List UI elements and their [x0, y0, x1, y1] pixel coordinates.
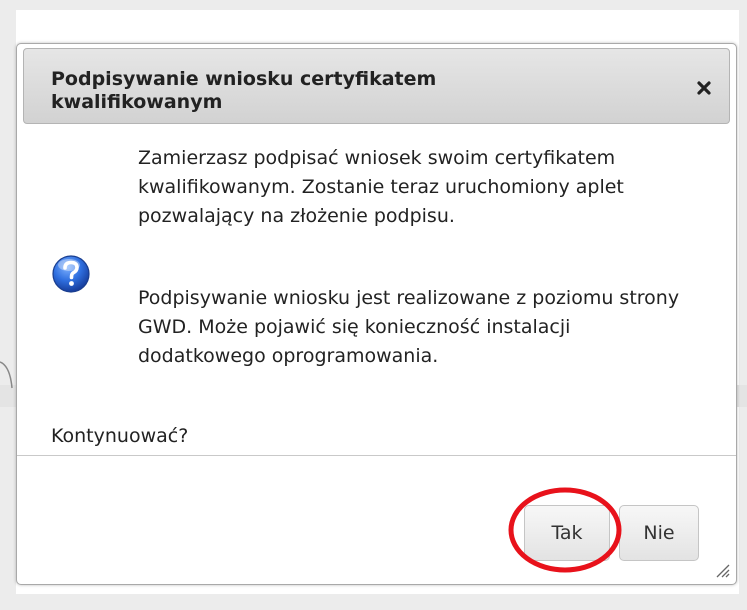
- yes-button[interactable]: Tak: [524, 505, 610, 561]
- question-icon: [52, 255, 90, 293]
- confirm-dialog: Podpisywanie wniosku certyfikatem kwalif…: [16, 43, 737, 585]
- dialog-titlebar[interactable]: Podpisywanie wniosku certyfikatem kwalif…: [23, 48, 730, 124]
- dialog-title: Podpisywanie wniosku certyfikatem kwalif…: [51, 68, 437, 113]
- dialog-divider: [17, 455, 736, 456]
- close-icon[interactable]: [693, 77, 715, 99]
- no-button[interactable]: Nie: [619, 505, 699, 561]
- dialog-message-1: Zamierzasz podpisać wniosek swoim certyf…: [138, 147, 624, 227]
- dialog-question: Kontynuować?: [51, 425, 189, 447]
- background-right-band: [739, 0, 747, 610]
- background-top-band: [0, 0, 747, 10]
- dialog-message-2: Podpisywanie wniosku jest realizowane z …: [138, 287, 680, 367]
- background-bottom-band: [0, 594, 747, 610]
- resize-grip-icon[interactable]: [711, 559, 731, 579]
- background-left-band: [0, 0, 16, 610]
